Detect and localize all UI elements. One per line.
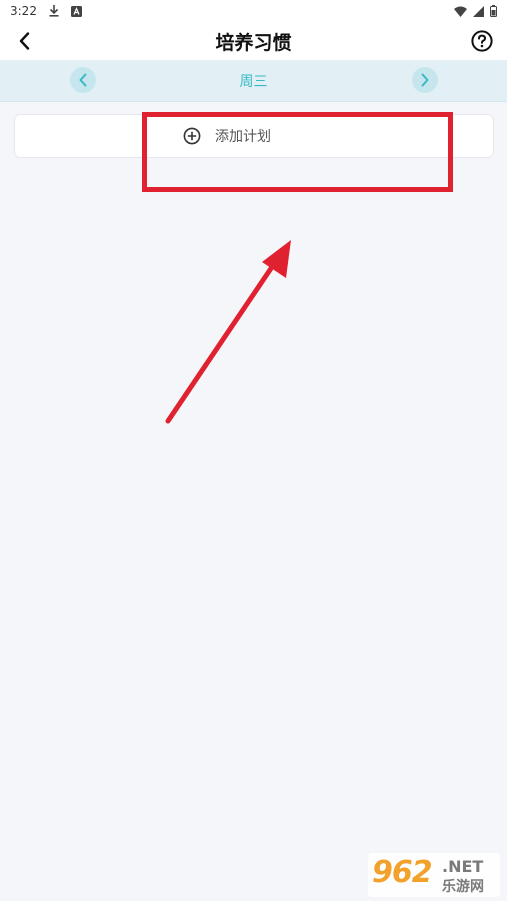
watermark-site-name: 乐游网 — [442, 879, 484, 895]
help-circle-icon — [471, 30, 493, 52]
wifi-icon — [454, 6, 467, 17]
add-plan-card[interactable]: 添加计划 — [14, 114, 494, 158]
add-plan-content: 添加计划 — [183, 126, 271, 146]
plus-circle-icon — [183, 127, 201, 145]
status-left: 3:22 — [10, 4, 82, 18]
next-day-button[interactable] — [412, 67, 438, 93]
watermark-domain: .NET — [442, 857, 484, 876]
watermark-digits: 962 — [372, 855, 433, 890]
header-bar: 培养习惯 — [0, 22, 507, 60]
add-plan-label: 添加计划 — [215, 129, 271, 145]
day-nav-bar: 周三 — [0, 60, 507, 102]
back-button[interactable] — [12, 28, 36, 54]
a-box-icon — [70, 5, 82, 17]
battery-icon — [490, 5, 497, 17]
status-right — [454, 5, 497, 17]
chevron-right-icon — [421, 73, 429, 87]
download-icon — [49, 5, 59, 17]
back-chevron-icon — [19, 32, 30, 50]
signal-icon — [473, 5, 484, 17]
page-title: 培养习惯 — [215, 31, 292, 54]
site-watermark: 962 .NET 乐游网 — [368, 853, 500, 897]
status-bar: 3:22 — [0, 0, 507, 22]
help-button[interactable] — [469, 28, 495, 54]
status-time: 3:22 — [10, 4, 37, 18]
